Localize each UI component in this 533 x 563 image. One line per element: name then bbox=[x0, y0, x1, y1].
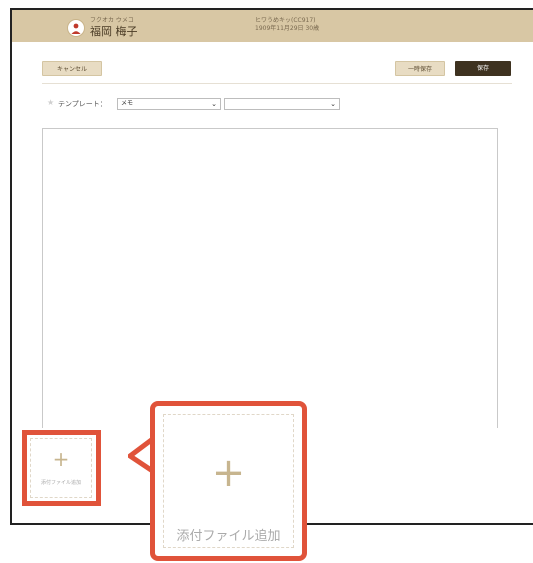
temp-save-button[interactable]: 一時保存 bbox=[395, 61, 445, 76]
divider bbox=[42, 83, 512, 84]
attachment-callout: + 添付ファイル追加 bbox=[150, 401, 307, 561]
chevron-down-icon: ⌄ bbox=[211, 100, 217, 108]
cancel-button[interactable]: キャンセル bbox=[42, 61, 102, 76]
patient-header: フクオカ ウメコ 福岡 梅子 ヒワうめキッ(CC917) 1909年11月29日… bbox=[12, 10, 533, 42]
chevron-down-icon: ⌄ bbox=[330, 100, 336, 108]
template-sub-select[interactable]: ⌄ bbox=[224, 98, 340, 110]
patient-name: 福岡 梅子 bbox=[90, 25, 138, 38]
highlight-box bbox=[22, 430, 101, 506]
callout-attachment-label: 添付ファイル追加 bbox=[176, 529, 281, 544]
template-label: テンプレート： bbox=[58, 100, 107, 108]
patient-birth-info: 1909年11月29日 30歳 bbox=[255, 25, 320, 32]
template-select-value: メモ bbox=[121, 100, 134, 107]
note-textarea[interactable] bbox=[42, 128, 498, 428]
plus-icon: + bbox=[211, 450, 246, 496]
callout-attachment-box: + 添付ファイル追加 bbox=[163, 414, 294, 548]
patient-avatar-icon bbox=[67, 19, 85, 37]
star-icon[interactable]: ★ bbox=[47, 98, 54, 107]
save-button[interactable]: 保存 bbox=[455, 61, 511, 76]
template-select[interactable]: メモ ⌄ bbox=[117, 98, 221, 110]
